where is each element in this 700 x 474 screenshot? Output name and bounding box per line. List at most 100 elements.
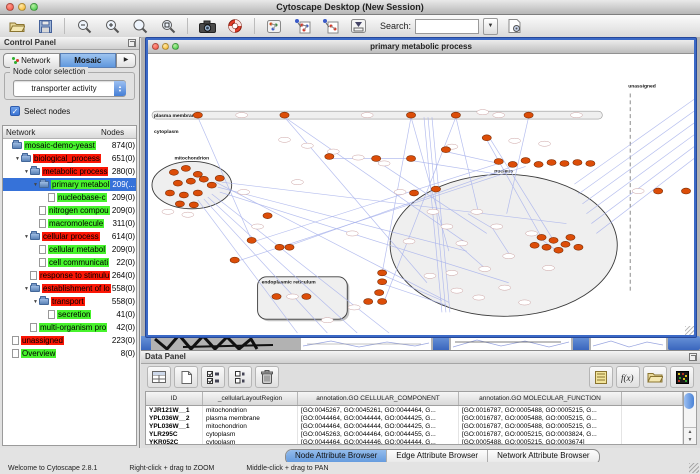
tree-item[interactable]: ▼transport558(0) — [3, 295, 136, 308]
column-header[interactable]: annotation.GO CELLULAR_COMPONENT — [298, 392, 459, 406]
tab-mosaic[interactable]: Mosaic — [60, 53, 117, 68]
network-node[interactable] — [441, 147, 450, 153]
tree-expand-icon[interactable]: ▼ — [23, 234, 30, 240]
network-node[interactable] — [181, 165, 190, 171]
network-node[interactable] — [537, 234, 546, 240]
network-node[interactable] — [193, 190, 202, 196]
network-node[interactable] — [272, 294, 281, 300]
tree-item[interactable]: nucleobase-c209(0) — [3, 191, 136, 204]
tree-item[interactable]: multi-organism pro42(0) — [3, 321, 136, 334]
tree-item[interactable]: nitrogen compou209(0) — [3, 204, 136, 217]
tree-expand-icon[interactable]: ▼ — [32, 182, 39, 188]
tree-item[interactable]: ▼establishment of lo558(0) — [3, 282, 136, 295]
unselect-all-attributes-button[interactable] — [228, 366, 252, 388]
column-header[interactable]: annotation.GO MOLECULAR_FUNCTION — [459, 392, 622, 406]
scrollbar-arrows[interactable]: ▲▼ — [684, 427, 696, 444]
export-image-button[interactable] — [195, 17, 219, 36]
scroll-down-icon[interactable]: ▼ — [688, 437, 693, 443]
matrix-view-button[interactable] — [670, 366, 694, 388]
help-button[interactable] — [223, 17, 247, 36]
network-node[interactable] — [207, 182, 216, 188]
float-panel-icon[interactable] — [689, 353, 697, 361]
network-node[interactable] — [199, 176, 208, 182]
node-color-dropdown[interactable]: transporter activity ▲▼ — [13, 80, 126, 97]
function-builder-button[interactable]: f(x) — [616, 366, 640, 388]
network-node[interactable] — [215, 175, 224, 181]
network-node[interactable] — [549, 237, 558, 243]
view-minimize-button[interactable] — [162, 43, 169, 50]
network-node[interactable] — [547, 159, 556, 165]
zoom-fit-button[interactable] — [156, 17, 180, 36]
tree-expand-icon[interactable]: ▼ — [23, 169, 30, 175]
network-node[interactable] — [561, 241, 570, 247]
select-all-attributes-button[interactable] — [201, 366, 225, 388]
import-table-button[interactable] — [346, 17, 370, 36]
table-row[interactable]: YPL036W__1mitochondrion[GO:0044464, GO:0… — [146, 422, 683, 430]
create-attribute-button[interactable] — [174, 366, 198, 388]
network-node[interactable] — [574, 244, 583, 250]
network-canvas[interactable]: plasma membranecytoplasmmitochondrionnuc… — [148, 54, 694, 335]
network-node[interactable] — [325, 154, 334, 160]
tree-item[interactable]: ▼biological_process651(0) — [3, 152, 136, 165]
tree-expand-icon[interactable]: ▼ — [32, 299, 39, 305]
tree-item[interactable]: ▼metabolic process280(0) — [3, 165, 136, 178]
tree-item[interactable]: ▼primary metabol209(... — [3, 178, 136, 191]
network-node[interactable] — [280, 112, 289, 118]
network-node[interactable] — [375, 290, 384, 296]
window-resize-grip[interactable] — [685, 326, 694, 335]
network-node[interactable] — [275, 244, 284, 250]
network-node[interactable] — [494, 159, 503, 165]
scrollbar-thumb[interactable] — [684, 393, 694, 409]
more-tabs-button[interactable]: ▶ — [116, 53, 136, 68]
network-node[interactable] — [378, 299, 387, 305]
tree-expand-icon[interactable]: ▼ — [14, 156, 21, 162]
configure-search-button[interactable] — [502, 17, 526, 36]
network-node[interactable] — [573, 159, 582, 165]
zoom-selected-button[interactable] — [128, 17, 152, 36]
select-nodes-checkbox[interactable]: ✓ — [10, 106, 20, 116]
network-node[interactable] — [521, 158, 530, 164]
network-node[interactable] — [189, 202, 198, 208]
network-node[interactable] — [165, 190, 174, 196]
network-node[interactable] — [364, 299, 373, 305]
network-node[interactable] — [378, 279, 387, 285]
table-row[interactable]: YJR121W__1mitochondrion[GO:0045267, GO:0… — [146, 406, 683, 415]
network-node[interactable] — [169, 169, 178, 175]
view-zoom-button[interactable] — [172, 43, 179, 50]
open-session-button[interactable] — [5, 17, 29, 36]
attribute-list-button[interactable] — [589, 366, 613, 388]
network-node[interactable] — [378, 270, 387, 276]
network-node[interactable] — [230, 257, 239, 263]
network-node[interactable] — [566, 234, 575, 240]
network-node[interactable] — [530, 242, 539, 248]
table-row[interactable]: YPL036W__2plasma membrane[GO:0044464, GO… — [146, 414, 683, 422]
column-header[interactable]: ID — [146, 392, 203, 406]
network-node[interactable] — [451, 112, 460, 118]
network-node[interactable] — [173, 180, 182, 186]
tree-item[interactable]: Overview8(0) — [3, 347, 136, 360]
import-attributes-button[interactable] — [643, 366, 667, 388]
tab-network[interactable]: Network — [3, 53, 60, 68]
app-titlebar[interactable]: Cytoscape Desktop (New Session) — [0, 0, 700, 15]
view-close-button[interactable] — [152, 43, 159, 50]
network-node[interactable] — [175, 201, 184, 207]
layout-selected-button[interactable] — [318, 17, 342, 36]
network-node[interactable] — [524, 112, 533, 118]
network-node[interactable] — [482, 135, 491, 141]
network-node[interactable] — [285, 244, 294, 250]
network-view-titlebar[interactable]: primary metabolic process — [148, 40, 694, 54]
delete-attribute-button[interactable] — [255, 366, 279, 388]
network-node[interactable] — [186, 178, 195, 184]
tree-item[interactable]: unassigned223(0) — [3, 334, 136, 347]
network-node[interactable] — [681, 188, 690, 194]
network-node[interactable] — [409, 190, 418, 196]
tree-item[interactable]: cell communicati22(0) — [3, 256, 136, 269]
network-node[interactable] — [508, 161, 517, 167]
tree-expand-icon[interactable]: ▼ — [23, 286, 30, 292]
layout-network-button[interactable] — [290, 17, 314, 36]
zoom-out-button[interactable] — [72, 17, 96, 36]
scroll-up-icon[interactable]: ▲ — [688, 429, 693, 435]
network-node[interactable] — [372, 156, 381, 162]
tree-item[interactable]: secretion41(0) — [3, 308, 136, 321]
float-panel-icon[interactable] — [128, 39, 136, 47]
